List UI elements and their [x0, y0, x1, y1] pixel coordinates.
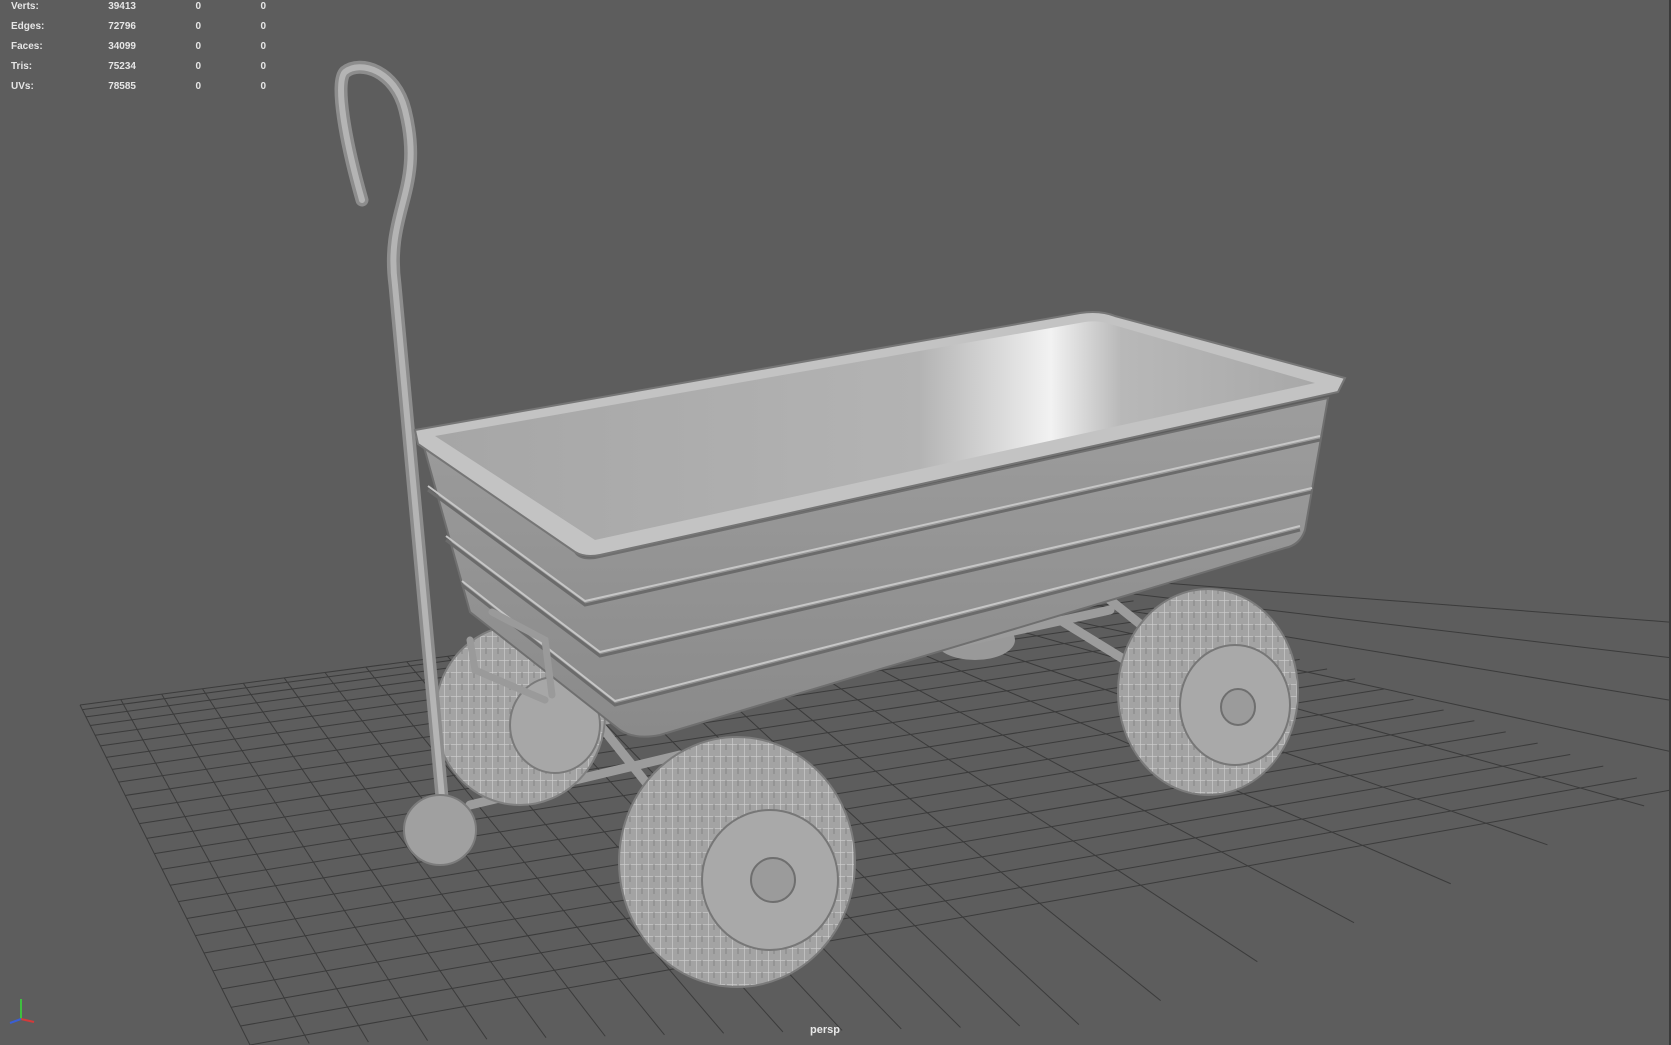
wagon-wheel-front-right	[1117, 588, 1299, 796]
hud-stat-value: 34099	[108, 41, 136, 52]
hud-stat-value: 0	[195, 41, 201, 52]
hud-stat-value: 0	[260, 1, 266, 12]
hud-stat-value: 0	[195, 1, 201, 12]
hud-stat-value: 0	[260, 41, 266, 52]
perspective-viewport[interactable]	[0, 0, 1671, 1045]
hud-stat-value: 0	[260, 21, 266, 32]
camera-name-label: persp	[810, 1024, 840, 1036]
hud-stat-label: Tris:	[11, 61, 33, 72]
hud-stat-value: 72796	[108, 21, 136, 32]
hud-stat-value: 75234	[108, 61, 136, 72]
axis-gizmo-icon	[9, 999, 35, 1024]
hud-stat-value: 78585	[108, 81, 136, 92]
hud-stat-label: UVs:	[11, 81, 34, 92]
hud-stat-value: 0	[195, 21, 201, 32]
wagon-wheel-front-left	[618, 736, 856, 988]
wagon-model[interactable]	[334, 60, 1347, 988]
hud-stat-value: 39413	[108, 1, 136, 12]
hud-stat-label: Verts:	[11, 1, 39, 12]
hud-stat-value: 0	[195, 61, 201, 72]
hud-stat-label: Edges:	[11, 21, 45, 32]
hud-stat-value: 0	[260, 81, 266, 92]
hud-stat-value: 0	[260, 61, 266, 72]
hud-stat-label: Faces:	[11, 41, 43, 52]
hud-stat-value: 0	[195, 81, 201, 92]
